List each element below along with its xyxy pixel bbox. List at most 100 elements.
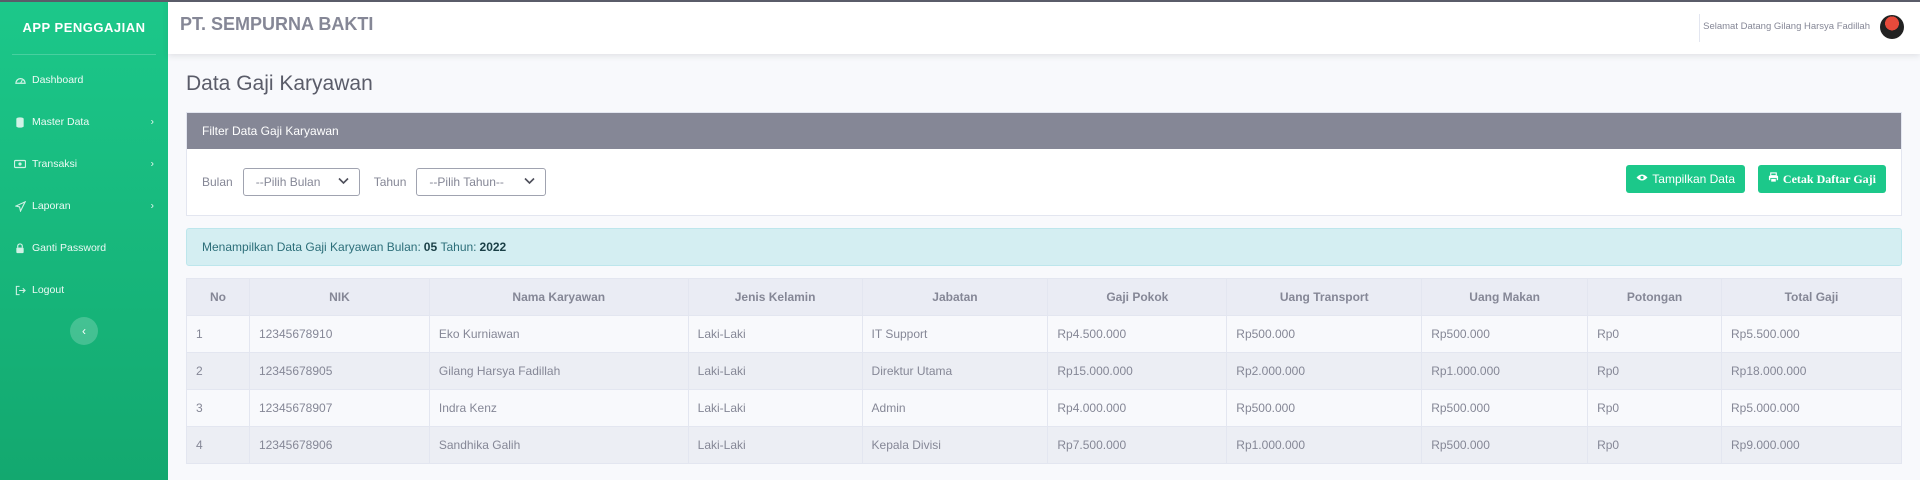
table-cell: Direktur Utama <box>861 352 1049 390</box>
table-cell: Rp2.000.000 <box>1226 352 1423 390</box>
sidebar: APP PENGGAJIAN Dashboard Master Data › T… <box>0 0 168 480</box>
table-cell: 12345678910 <box>248 315 430 353</box>
table-cell: Laki-Laki <box>687 315 863 353</box>
chevron-right-icon: › <box>150 200 154 212</box>
sidebar-divider <box>12 54 156 55</box>
topbar: PT. SEMPURNA BAKTI Selamat Datang Gilang… <box>168 0 1920 54</box>
brand-title[interactable]: APP PENGGAJIAN <box>0 0 168 54</box>
tahun-label: Tahun <box>373 175 407 189</box>
alert-tahun-text: Tahun: <box>440 240 477 254</box>
table-cell: 12345678905 <box>248 352 430 390</box>
table-cell: Laki-Laki <box>687 352 863 390</box>
table-cell: Rp7.500.000 <box>1047 426 1228 464</box>
table-cell: 12345678906 <box>248 426 430 464</box>
main-content: Data Gaji Karyawan Filter Data Gaji Kary… <box>186 54 1902 464</box>
alert-text: Menampilkan Data Gaji Karyawan Bulan: <box>202 240 421 254</box>
column-header: Nama Karyawan <box>428 278 689 316</box>
alert-bulan: 05 <box>423 240 438 254</box>
table-cell: Rp9.000.000 <box>1721 426 1902 464</box>
table-cell: Rp500.000 <box>1421 315 1589 353</box>
table-row: 4 12345678906 Sandhika Galih Laki-Laki K… <box>186 426 1902 464</box>
chevron-right-icon: › <box>150 158 154 170</box>
table-cell: Laki-Laki <box>687 426 863 464</box>
lock-icon <box>14 242 26 254</box>
column-header: Uang Transport <box>1226 278 1423 316</box>
tampilkan-data-button[interactable]: Tampilkan Data <box>1626 165 1745 193</box>
tahun-select[interactable]: --Pilih Tahun-- <box>416 168 547 196</box>
tampilkan-data-label: Tampilkan Data <box>1652 172 1735 186</box>
column-header: Uang Makan <box>1421 278 1589 316</box>
sidebar-toggle-button[interactable]: ‹ <box>70 317 98 345</box>
sidebar-item-label: Logout <box>32 284 65 296</box>
database-icon <box>14 116 26 128</box>
info-alert: Menampilkan Data Gaji Karyawan Bulan: 05… <box>186 228 1902 266</box>
sidebar-item-label: Transaksi <box>32 158 78 170</box>
table-cell: Rp0 <box>1587 352 1722 390</box>
sidebar-item-label: Ganti Password <box>32 242 107 254</box>
bulan-select-value: --Pilih Bulan <box>255 175 321 189</box>
table-cell: 2 <box>186 352 250 390</box>
table-cell: Eko Kurniawan <box>428 315 689 353</box>
table-cell: Rp5.500.000 <box>1721 315 1902 353</box>
column-header: Gaji Pokok <box>1047 278 1228 316</box>
sidebar-item-laporan[interactable]: Laporan › <box>0 185 168 227</box>
sidebar-item-dashboard[interactable]: Dashboard <box>0 59 168 101</box>
welcome-text[interactable]: Selamat Datang Gilang Harsya Fadillah <box>1703 21 1870 32</box>
bulan-select[interactable]: --Pilih Bulan <box>242 168 360 196</box>
column-header: NIK <box>248 278 430 316</box>
table-cell: Sandhika Galih <box>428 426 689 464</box>
logout-icon <box>14 284 26 296</box>
column-header: Total Gaji <box>1721 278 1902 316</box>
column-header: Potongan <box>1587 278 1722 316</box>
sidebar-item-label: Master Data <box>32 116 90 128</box>
table-header-row: No NIK Nama Karyawan Jenis Kelamin Jabat… <box>186 278 1902 316</box>
column-header: Jenis Kelamin <box>687 278 863 316</box>
table-cell: Gilang Harsya Fadillah <box>428 352 689 390</box>
chevron-right-icon: › <box>150 116 154 128</box>
print-icon <box>1768 172 1779 186</box>
sidebar-item-logout[interactable]: Logout <box>0 269 168 311</box>
sidebar-nav: Dashboard Master Data › Transaksi › Lapo… <box>0 59 168 311</box>
chevron-down-icon <box>524 176 535 188</box>
avatar[interactable] <box>1880 15 1904 39</box>
table-cell: IT Support <box>861 315 1049 353</box>
table-cell: Rp500.000 <box>1421 389 1589 427</box>
cetak-daftar-gaji-button[interactable]: Cetak Daftar Gaji <box>1757 165 1886 193</box>
company-name: PT. SEMPURNA BAKTI <box>180 14 374 34</box>
topbar-divider <box>1699 14 1700 42</box>
table-cell: 12345678907 <box>248 389 430 427</box>
table-cell: Rp15.000.000 <box>1047 352 1228 390</box>
table-cell: Rp500.000 <box>1226 315 1423 353</box>
table-cell: Rp500.000 <box>1226 389 1423 427</box>
filter-card-header: Filter Data Gaji Karyawan <box>187 113 1901 149</box>
table-cell: 4 <box>186 426 250 464</box>
table-cell: 3 <box>186 389 250 427</box>
table-cell: Rp0 <box>1587 315 1722 353</box>
sidebar-item-ganti-password[interactable]: Ganti Password <box>0 227 168 269</box>
chevron-left-icon: ‹ <box>82 324 86 338</box>
table-cell: 1 <box>186 315 250 353</box>
table-cell: Laki-Laki <box>687 389 863 427</box>
page-title: Data Gaji Karyawan <box>186 72 373 95</box>
table-cell: Rp0 <box>1587 426 1722 464</box>
salary-table: No NIK Nama Karyawan Jenis Kelamin Jabat… <box>186 278 1902 464</box>
table-cell: Rp500.000 <box>1421 426 1589 464</box>
top-accent-line <box>0 0 1920 2</box>
sidebar-item-label: Laporan <box>32 200 71 212</box>
filter-card-body: Bulan --Pilih Bulan Tahun --Pilih Tahun-… <box>187 149 1901 215</box>
sidebar-item-transaksi[interactable]: Transaksi › <box>0 143 168 185</box>
chevron-down-icon <box>338 176 349 188</box>
table-cell: Admin <box>861 389 1049 427</box>
table-row: 1 12345678910 Eko Kurniawan Laki-Laki IT… <box>186 315 1902 353</box>
column-header: Jabatan <box>861 278 1049 316</box>
filter-card: Filter Data Gaji Karyawan Bulan --Pilih … <box>186 112 1902 216</box>
table-cell: Kepala Divisi <box>861 426 1049 464</box>
send-icon <box>14 200 26 212</box>
table-cell: Indra Kenz <box>428 389 689 427</box>
sidebar-item-master-data[interactable]: Master Data › <box>0 101 168 143</box>
table-cell: Rp5.000.000 <box>1721 389 1902 427</box>
table-row: 2 12345678905 Gilang Harsya Fadillah Lak… <box>186 352 1902 390</box>
dashboard-icon <box>14 74 26 86</box>
money-icon <box>14 158 26 170</box>
table-cell: Rp4.500.000 <box>1047 315 1228 353</box>
